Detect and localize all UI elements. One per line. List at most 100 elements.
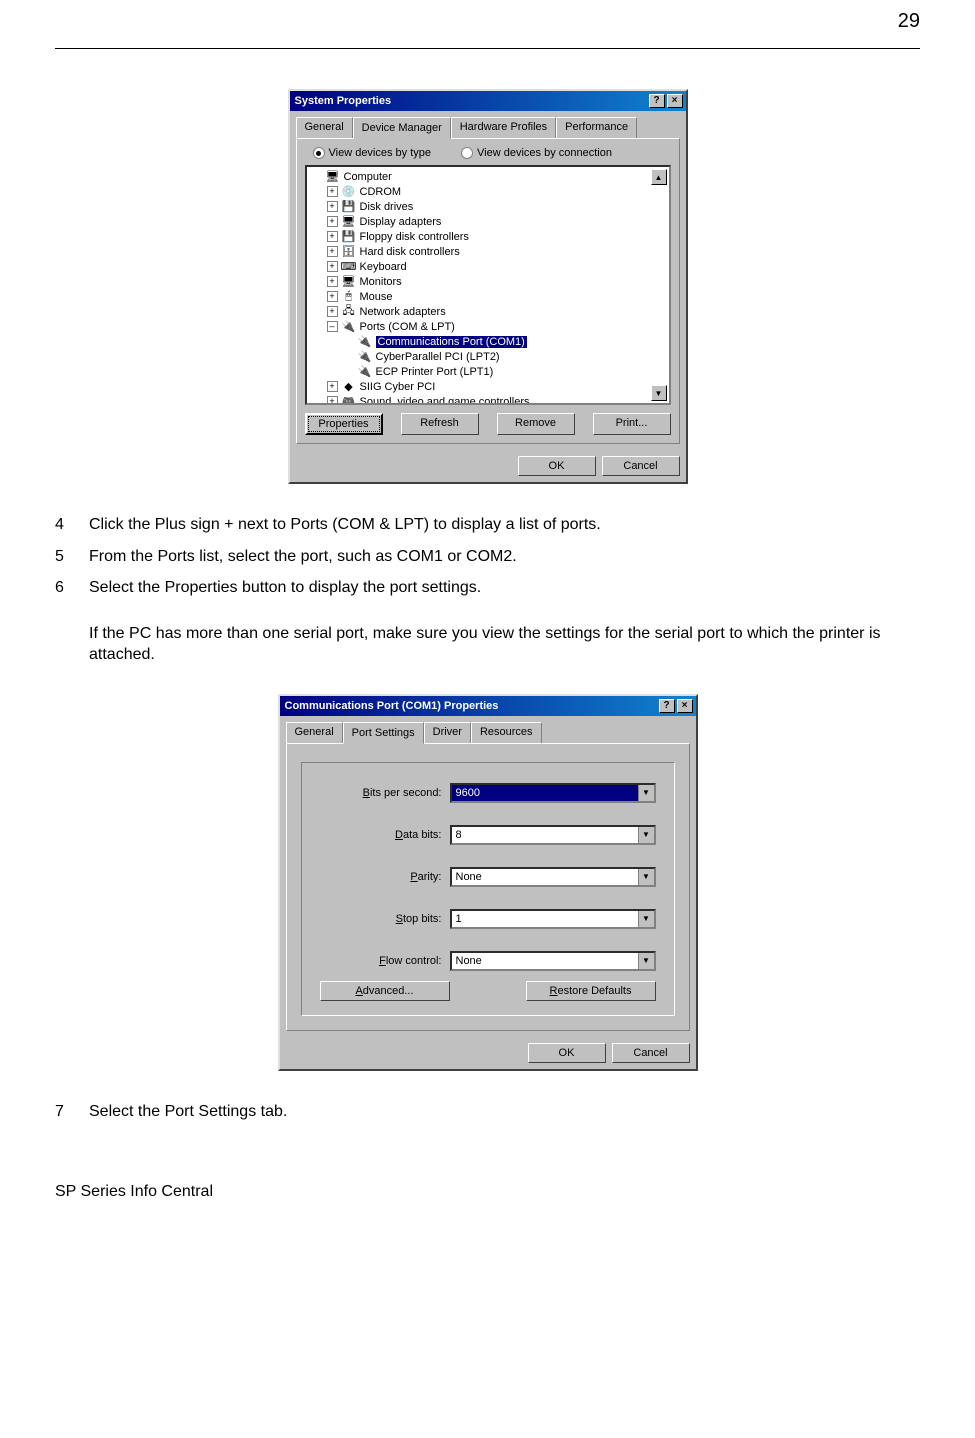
tree-item[interactable]: +🖧Network adapters xyxy=(307,304,669,319)
step-text: Click the Plus sign + next to Ports (COM… xyxy=(89,514,601,536)
tree-expander-icon[interactable]: + xyxy=(327,291,338,302)
instruction-list: 4Click the Plus sign + next to Ports (CO… xyxy=(55,514,920,599)
tree-item[interactable]: +🖥Display adapters xyxy=(307,214,669,229)
flow-combo[interactable]: None ▼ xyxy=(450,951,656,971)
tab-body: View devices by type View devices by con… xyxy=(296,138,680,444)
dialog-title: System Properties xyxy=(293,95,647,107)
close-icon[interactable]: × xyxy=(667,94,683,108)
chevron-down-icon[interactable]: ▼ xyxy=(638,953,654,969)
tab-general[interactable]: General xyxy=(286,722,343,743)
header-rule xyxy=(55,48,920,49)
refresh-button[interactable]: Refresh xyxy=(401,413,479,435)
tree-item[interactable]: +💾Floppy disk controllers xyxy=(307,229,669,244)
scroll-up-icon[interactable]: ▲ xyxy=(651,169,667,185)
tree-expander-icon[interactable]: + xyxy=(327,231,338,242)
tree-expander-icon[interactable]: + xyxy=(327,186,338,197)
close-icon[interactable]: × xyxy=(677,699,693,713)
tree-item[interactable]: +⌨Keyboard xyxy=(307,259,669,274)
button-row: Properties Refresh Remove Print... xyxy=(305,413,671,435)
tree-expander-icon[interactable]: – xyxy=(327,321,338,332)
tab-resources[interactable]: Resources xyxy=(471,722,542,743)
cancel-button[interactable]: Cancel xyxy=(602,456,680,476)
chevron-down-icon[interactable]: ▼ xyxy=(638,785,654,801)
tab-port-settings[interactable]: Port Settings xyxy=(343,722,424,744)
tree-expander-icon[interactable]: + xyxy=(327,216,338,227)
tree-label: CyberParallel PCI (LPT2) xyxy=(376,351,500,363)
field-label: Bits per second: xyxy=(320,787,450,799)
tree-expander-icon[interactable]: + xyxy=(327,201,338,212)
device-icon: 🖥 xyxy=(341,215,357,229)
tab-driver[interactable]: Driver xyxy=(424,722,471,743)
radio-by-type[interactable]: View devices by type xyxy=(313,147,432,159)
print-button[interactable]: Print... xyxy=(593,413,671,435)
tree-expander-icon[interactable]: + xyxy=(327,261,338,272)
tree-expander-icon[interactable]: + xyxy=(327,396,338,405)
tree-label: Keyboard xyxy=(360,261,407,273)
tree-item[interactable]: 🔌ECP Printer Port (LPT1) xyxy=(307,364,669,379)
help-icon[interactable]: ? xyxy=(649,94,665,108)
stopbits-combo[interactable]: 1 ▼ xyxy=(450,909,656,929)
tree-label: Ports (COM & LPT) xyxy=(360,321,455,333)
tree-label: Mouse xyxy=(360,291,393,303)
radio-by-connection[interactable]: View devices by connection xyxy=(461,147,612,159)
device-tree[interactable]: ▲ ▼ 🖥Computer+💿CDROM+💾Disk drives+🖥Displ… xyxy=(305,165,671,405)
help-icon[interactable]: ? xyxy=(659,699,675,713)
tree-item[interactable]: +🎮Sound, video and game controllers xyxy=(307,394,669,405)
tree-item[interactable]: –🔌Ports (COM & LPT) xyxy=(307,319,669,334)
tab-performance[interactable]: Performance xyxy=(556,117,637,138)
tree-item[interactable]: 🔌Communications Port (COM1) xyxy=(307,334,669,349)
restore-defaults-button[interactable]: Restore Defaults xyxy=(526,981,656,1001)
field-stop-bits: Stop bits: 1 ▼ xyxy=(320,909,656,929)
step-text: Select the Port Settings tab. xyxy=(89,1101,287,1123)
page-footer: SP Series Info Central xyxy=(55,1183,920,1201)
field-label: Flow control: xyxy=(320,955,450,967)
chevron-down-icon[interactable]: ▼ xyxy=(638,911,654,927)
tree-label: Hard disk controllers xyxy=(360,246,460,258)
system-properties-dialog: System Properties ? × GeneralDevice Mana… xyxy=(288,89,688,484)
field-label: Data bits: xyxy=(320,829,450,841)
titlebar: Communications Port (COM1) Properties ? … xyxy=(280,696,696,716)
tree-item[interactable]: +💿CDROM xyxy=(307,184,669,199)
device-icon: 💿 xyxy=(341,185,357,199)
instruction-note: If the PC has more than one serial port,… xyxy=(89,623,920,666)
databits-combo[interactable]: 8 ▼ xyxy=(450,825,656,845)
field-flow-control: Flow control: None ▼ xyxy=(320,951,656,971)
tree-item[interactable]: +🖱Mouse xyxy=(307,289,669,304)
device-icon: 💾 xyxy=(341,230,357,244)
dialog-title: Communications Port (COM1) Properties xyxy=(283,700,657,712)
tree-item[interactable]: 🔌CyberParallel PCI (LPT2) xyxy=(307,349,669,364)
properties-button[interactable]: Properties xyxy=(305,413,383,435)
tab-general[interactable]: General xyxy=(296,117,353,138)
chevron-down-icon[interactable]: ▼ xyxy=(638,869,654,885)
device-icon: 🔌 xyxy=(341,320,357,334)
tree-item[interactable]: +◆SIIG Cyber PCI xyxy=(307,379,669,394)
device-icon: ◆ xyxy=(341,380,357,394)
device-icon: 🔌 xyxy=(357,335,373,349)
step-number: 6 xyxy=(55,577,89,599)
advanced-button[interactable]: Advanced... xyxy=(320,981,450,1001)
chevron-down-icon[interactable]: ▼ xyxy=(638,827,654,843)
bits-combo[interactable]: 9600 ▼ xyxy=(450,783,656,803)
instruction-step: 6Select the Properties button to display… xyxy=(55,577,920,599)
tree-item[interactable]: +🗄Hard disk controllers xyxy=(307,244,669,259)
tab-device-manager[interactable]: Device Manager xyxy=(353,117,451,139)
device-icon: 🖥 xyxy=(325,170,341,184)
tree-label: Monitors xyxy=(360,276,402,288)
cancel-button[interactable]: Cancel xyxy=(612,1043,690,1063)
tab-hardware-profiles[interactable]: Hardware Profiles xyxy=(451,117,556,138)
ok-button[interactable]: OK xyxy=(518,456,596,476)
field-parity: Parity: None ▼ xyxy=(320,867,656,887)
parity-combo[interactable]: None ▼ xyxy=(450,867,656,887)
tree-expander-icon[interactable]: + xyxy=(327,306,338,317)
remove-button[interactable]: Remove xyxy=(497,413,575,435)
ok-button[interactable]: OK xyxy=(528,1043,606,1063)
instruction-list: 7 Select the Port Settings tab. xyxy=(55,1101,920,1123)
tree-expander-icon[interactable]: + xyxy=(327,276,338,287)
tree-item[interactable]: 🖥Computer xyxy=(307,169,669,184)
combo-value: 1 xyxy=(452,911,638,927)
tree-item[interactable]: +🖥Monitors xyxy=(307,274,669,289)
tree-expander-icon[interactable]: + xyxy=(327,246,338,257)
tree-item[interactable]: +💾Disk drives xyxy=(307,199,669,214)
tree-expander-icon[interactable]: + xyxy=(327,381,338,392)
scroll-down-icon[interactable]: ▼ xyxy=(651,385,667,401)
